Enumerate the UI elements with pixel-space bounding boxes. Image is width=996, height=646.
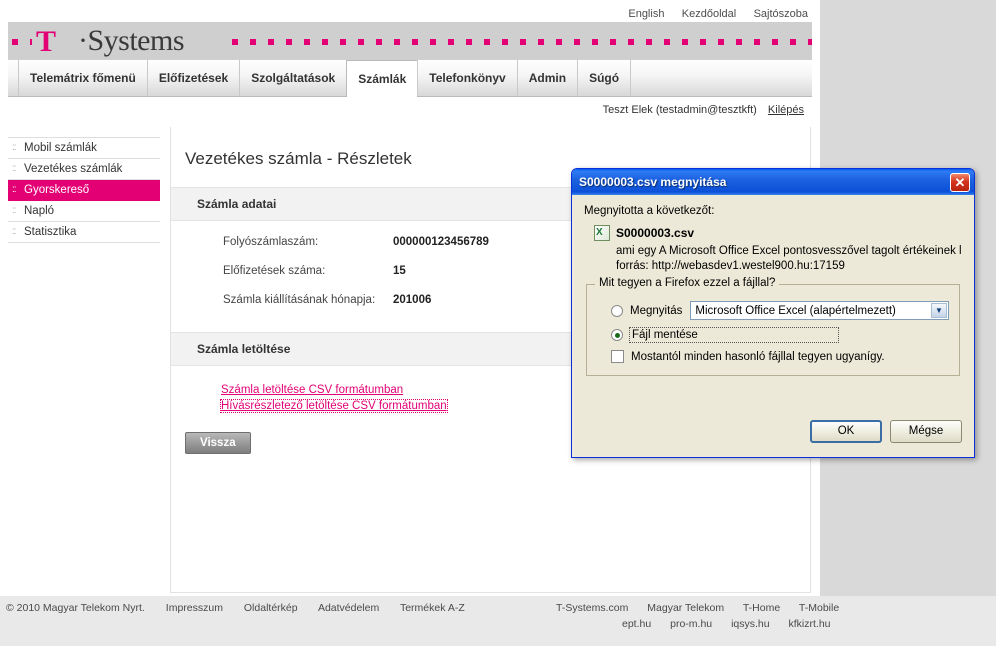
open-with-app-value: Microsoft Office Excel (alapértelmezett) xyxy=(695,304,896,317)
remember-choice-checkbox[interactable] xyxy=(611,350,624,363)
footer-right: T-Systems.com Magyar Telekom T-Home T-Mo… xyxy=(556,602,855,630)
footer-link-t-systems-com[interactable]: T-Systems.com xyxy=(556,602,628,614)
footer-link-t-mobile[interactable]: T-Mobile xyxy=(799,602,839,614)
save-file-radio[interactable] xyxy=(611,329,623,341)
tab-sugo[interactable]: Súgó xyxy=(577,60,632,96)
file-download-dialog: S0000003.csv megnyitása ✕ Megnyitotta a … xyxy=(571,168,975,458)
top-utility-links: English Kezdőoldal Sajtószoba xyxy=(0,0,820,22)
footer-right-row1: T-Systems.com Magyar Telekom T-Home T-Mo… xyxy=(556,602,855,614)
dialog-intro-text: Megnyitotta a következőt: xyxy=(584,205,715,217)
toplink-english[interactable]: English xyxy=(628,8,664,20)
main-navigation: Telemátrix főmenü Előfizetések Szolgálta… xyxy=(8,60,812,97)
page-footer: © 2010 Magyar Telekom Nyrt. Impresszum O… xyxy=(0,596,996,646)
open-with-option-row[interactable]: Megnyitás Microsoft Office Excel (alapér… xyxy=(611,301,949,320)
logout-link[interactable]: Kilépés xyxy=(768,104,804,116)
current-user-label: Teszt Elek (testadmin@tesztkft) xyxy=(602,104,757,116)
tab-telefonkonyv[interactable]: Telefonkönyv xyxy=(417,60,518,96)
field-label-issue-month: Számla kiállításának hónapja: xyxy=(223,294,376,306)
brand-banner: T ·Systems xyxy=(8,22,812,60)
footer-left: © 2010 Magyar Telekom Nyrt. Impresszum O… xyxy=(6,602,483,614)
download-call-details-csv-link[interactable]: Hívásrészletező letöltése CSV formátumba… xyxy=(220,399,448,413)
footer-link-termekek-az[interactable]: Termékek A-Z xyxy=(400,602,465,614)
field-value-issue-month: 201006 xyxy=(393,294,432,306)
footer-link-kfkizrt-hu[interactable]: kfkizrt.hu xyxy=(789,618,831,630)
t-systems-logo-word: ·Systems xyxy=(78,24,185,57)
sidebar-item-mobil-szamlak[interactable]: Mobil számlák xyxy=(8,137,160,159)
footer-link-oldalterkep[interactable]: Oldaltérkép xyxy=(244,602,298,614)
save-file-label: Fájl mentése xyxy=(629,327,839,343)
ok-button[interactable]: OK xyxy=(810,420,882,443)
sidebar-item-statisztika[interactable]: Statisztika xyxy=(8,222,160,243)
field-value-account-number: 000000123456789 xyxy=(393,236,489,248)
excel-file-icon xyxy=(594,225,610,241)
file-name-label: S0000003.csv xyxy=(616,226,695,240)
toplink-kezdooldal[interactable]: Kezdőoldal xyxy=(682,8,736,20)
save-file-option-row[interactable]: Fájl mentése xyxy=(611,327,949,343)
footer-link-iqsys-hu[interactable]: iqsys.hu xyxy=(731,618,770,630)
field-value-subscription-count: 15 xyxy=(393,265,406,277)
sidebar-item-naplo[interactable]: Napló xyxy=(8,201,160,222)
footer-right-row2: ept.hu pro-m.hu iqsys.hu kfkizrt.hu xyxy=(556,618,855,630)
cancel-button[interactable]: Mégse xyxy=(890,420,962,443)
tab-elofizetesek[interactable]: Előfizetések xyxy=(146,60,241,96)
chevron-down-icon[interactable]: ▼ xyxy=(931,303,947,318)
file-info-row: S0000003.csv xyxy=(594,225,962,241)
footer-link-impresszum[interactable]: Impresszum xyxy=(166,602,223,614)
tab-admin[interactable]: Admin xyxy=(516,60,579,96)
close-icon[interactable]: ✕ xyxy=(950,172,970,192)
sidebar-item-vezetekes-szamlak[interactable]: Vezetékes számlák xyxy=(8,159,160,180)
open-with-radio[interactable] xyxy=(611,304,623,317)
banner-dots-left xyxy=(12,39,32,45)
remember-choice-label: Mostantól minden hasonló fájllal tegyen … xyxy=(631,350,885,363)
t-systems-logo-t: T xyxy=(36,25,57,58)
footer-copyright: © 2010 Magyar Telekom Nyrt. xyxy=(6,602,145,614)
action-question-label: Mit tegyen a Firefox ezzel a fájllal? xyxy=(595,277,780,289)
tab-szamlak[interactable]: Számlák xyxy=(346,60,419,97)
footer-link-t-home[interactable]: T-Home xyxy=(743,602,780,614)
action-fieldset: Mit tegyen a Firefox ezzel a fájllal? Me… xyxy=(586,277,960,376)
banner-dots-right xyxy=(232,39,812,45)
toplink-sajtoszoba[interactable]: Sajtószoba xyxy=(754,8,808,20)
dialog-titlebar: S0000003.csv megnyitása ✕ xyxy=(572,169,974,195)
open-with-app-select[interactable]: Microsoft Office Excel (alapértelmezett)… xyxy=(690,301,949,320)
field-label-account-number: Folyószámlaszám: xyxy=(223,236,319,248)
footer-link-magyar-telekom[interactable]: Magyar Telekom xyxy=(647,602,724,614)
file-source-label: forrás: http://webasdev1.westel900.hu:17… xyxy=(616,260,845,272)
file-type-label: ami egy A Microsoft Office Excel pontosv… xyxy=(616,245,962,257)
footer-link-ept-hu[interactable]: ept.hu xyxy=(622,618,651,630)
dialog-body: Megnyitotta a következőt: S0000003.csv a… xyxy=(572,195,974,376)
back-button[interactable]: Vissza xyxy=(185,432,251,454)
field-label-subscription-count: Előfizetések száma: xyxy=(223,265,326,277)
remember-choice-row[interactable]: Mostantól minden hasonló fájllal tegyen … xyxy=(611,350,949,363)
tab-telematrix-fomenu[interactable]: Telemátrix főmenü xyxy=(18,60,148,96)
open-with-label: Megnyitás xyxy=(630,304,683,317)
download-invoice-csv-link[interactable]: Számla letöltése CSV formátumban xyxy=(221,384,403,396)
sidebar: Mobil számlák Vezetékes számlák Gyorsker… xyxy=(8,137,160,243)
user-bar: Teszt Elek (testadmin@tesztkft) Kilépés xyxy=(0,104,804,116)
dialog-title: S0000003.csv megnyitása xyxy=(579,175,727,189)
tab-szolgaltatasok[interactable]: Szolgáltatások xyxy=(239,60,348,96)
footer-link-pro-m-hu[interactable]: pro-m.hu xyxy=(670,618,712,630)
dialog-buttons: OK Mégse xyxy=(810,420,962,443)
footer-link-adatvedelem[interactable]: Adatvédelem xyxy=(318,602,379,614)
sidebar-item-gyorskereso[interactable]: Gyorskereső xyxy=(8,180,160,201)
